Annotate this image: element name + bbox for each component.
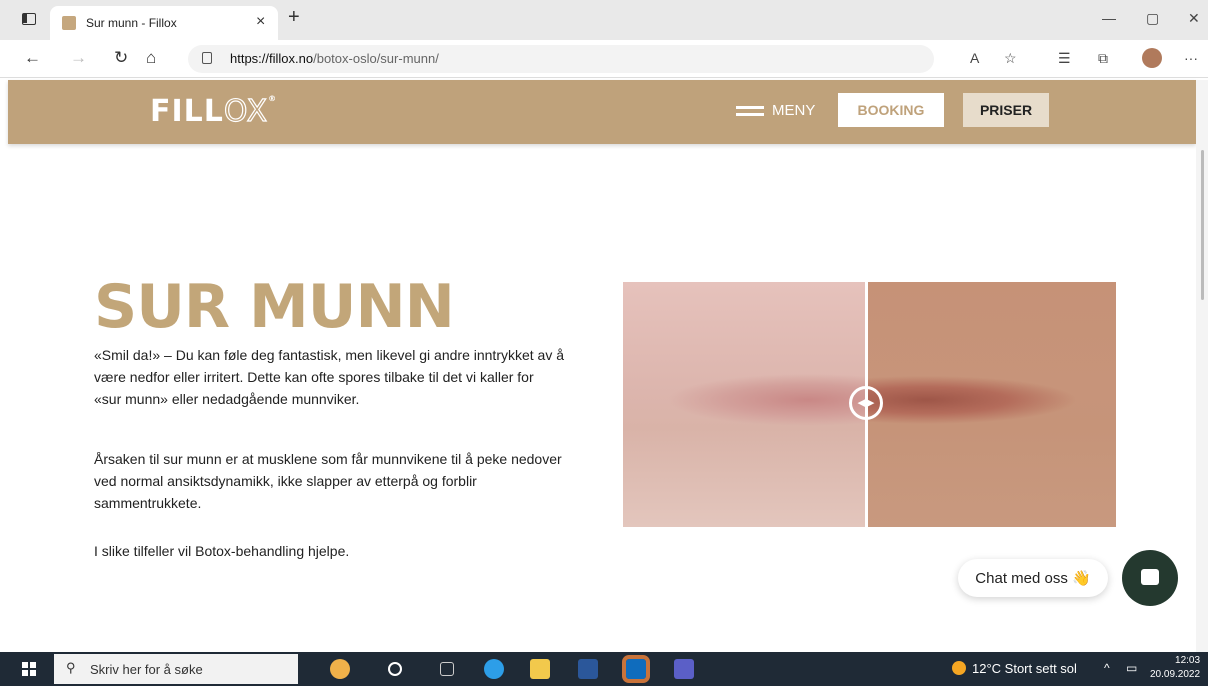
word-icon[interactable] bbox=[578, 659, 598, 679]
search-icon: ⚲ bbox=[66, 660, 76, 675]
menu-label: MENY bbox=[772, 102, 816, 119]
taskbar: ⚲ Skriv her for å søke 12°C Stort sett s… bbox=[0, 652, 1208, 686]
taskbar-search[interactable]: ⚲ Skriv her for å søke bbox=[54, 654, 298, 684]
outlook-icon[interactable] bbox=[622, 655, 650, 683]
before-after-slider[interactable]: ◀▶ bbox=[623, 282, 1116, 527]
weather-text: 12°C Stort sett sol bbox=[972, 661, 1077, 676]
weather-widget[interactable]: 12°C Stort sett sol bbox=[952, 661, 1077, 676]
back-icon[interactable]: ← bbox=[24, 48, 41, 68]
fillox-favicon-icon bbox=[62, 16, 76, 30]
hamburger-icon bbox=[736, 105, 764, 116]
intro-paragraph: «Smil da!» – Du kan føle deg fantastisk,… bbox=[94, 347, 565, 407]
collections-icon[interactable]: ⧉ bbox=[1098, 50, 1108, 67]
clock-date: 20.09.2022 bbox=[1150, 669, 1201, 680]
browser-toolbar: ← → ↻ ⌂ https://fillox.no/botox-oslo/sur… bbox=[0, 40, 1208, 78]
page-title: SUR MUNN bbox=[94, 272, 455, 342]
read-aloud-icon[interactable]: A bbox=[970, 50, 979, 66]
windows-start-icon[interactable] bbox=[22, 662, 36, 676]
fillox-logo[interactable]: FILLOX® bbox=[150, 93, 278, 129]
booking-button[interactable]: BOOKING bbox=[838, 93, 944, 127]
browser-tab[interactable]: Sur munn - Fillox × bbox=[50, 6, 278, 40]
edge-icon[interactable] bbox=[484, 659, 504, 679]
site-header: FILLOX® MENY BOOKING PRISER bbox=[8, 80, 1196, 144]
more-options-icon[interactable]: ··· bbox=[1184, 50, 1198, 66]
url-path: /botox-oslo/sur-munn/ bbox=[313, 51, 439, 66]
address-bar[interactable]: https://fillox.no/botox-oslo/sur-munn/ bbox=[188, 45, 934, 73]
scrollbar-thumb[interactable] bbox=[1201, 150, 1204, 300]
chat-label: Chat med oss bbox=[975, 570, 1068, 587]
chat-icon bbox=[1141, 569, 1159, 585]
menu-button[interactable]: MENY bbox=[736, 102, 815, 119]
slider-handle-icon[interactable]: ◀▶ bbox=[849, 386, 883, 420]
chat-button[interactable] bbox=[1122, 550, 1178, 606]
tray-chevron-icon[interactable]: ^ bbox=[1104, 661, 1110, 675]
refresh-icon[interactable]: ↻ bbox=[114, 48, 128, 68]
task-view-icon[interactable] bbox=[440, 662, 454, 676]
taskbar-clock[interactable]: 12:03 20.09.2022 bbox=[1150, 654, 1200, 682]
new-tab-icon[interactable]: + bbox=[288, 6, 300, 29]
battery-icon[interactable]: ▭ bbox=[1126, 661, 1137, 675]
maximize-icon[interactable]: ▢ bbox=[1146, 10, 1159, 27]
url-text[interactable]: https://fillox.no/botox-oslo/sur-munn/ bbox=[230, 51, 439, 66]
clock-time: 12:03 bbox=[1175, 655, 1201, 666]
after-image bbox=[866, 282, 1116, 527]
teams-icon[interactable] bbox=[674, 659, 694, 679]
tab-actions-icon[interactable] bbox=[22, 13, 36, 25]
treatment-paragraph: I slike tilfeller vil Botox-behandling h… bbox=[94, 543, 350, 559]
widgets-icon[interactable] bbox=[330, 659, 350, 679]
lock-icon[interactable] bbox=[202, 52, 212, 64]
url-host: https://fillox.no bbox=[230, 51, 314, 66]
before-image bbox=[623, 282, 866, 527]
favorite-icon[interactable]: ☆ bbox=[1004, 50, 1017, 67]
home-icon[interactable]: ⌂ bbox=[146, 48, 156, 68]
priser-button[interactable]: PRISER bbox=[963, 93, 1049, 127]
forward-icon[interactable]: → bbox=[70, 48, 87, 68]
logo-ox-text: OX bbox=[223, 93, 269, 129]
sun-icon bbox=[952, 661, 966, 675]
chat-prompt[interactable]: Chat med oss 👋 bbox=[958, 559, 1108, 597]
window-close-icon[interactable]: ✕ bbox=[1188, 10, 1200, 27]
profile-avatar[interactable] bbox=[1142, 48, 1162, 68]
taskbar-search-placeholder: Skriv her for å søke bbox=[90, 662, 203, 677]
favorites-list-icon[interactable]: ☰ bbox=[1058, 50, 1071, 67]
tab-title: Sur munn - Fillox bbox=[86, 16, 177, 30]
cortana-icon[interactable] bbox=[388, 662, 402, 676]
wave-icon: 👋 bbox=[1072, 570, 1091, 587]
browser-tab-strip: Sur munn - Fillox × + — ▢ ✕ bbox=[0, 0, 1208, 40]
close-tab-icon[interactable]: × bbox=[256, 13, 265, 31]
file-explorer-icon[interactable] bbox=[530, 659, 550, 679]
page-scrollbar[interactable] bbox=[1196, 80, 1208, 652]
logo-reg-mark: ® bbox=[268, 94, 278, 103]
minimize-icon[interactable]: — bbox=[1102, 10, 1116, 26]
logo-main-text: FILL bbox=[150, 94, 224, 129]
cause-paragraph: Årsaken til sur munn er at musklene som … bbox=[94, 451, 562, 511]
